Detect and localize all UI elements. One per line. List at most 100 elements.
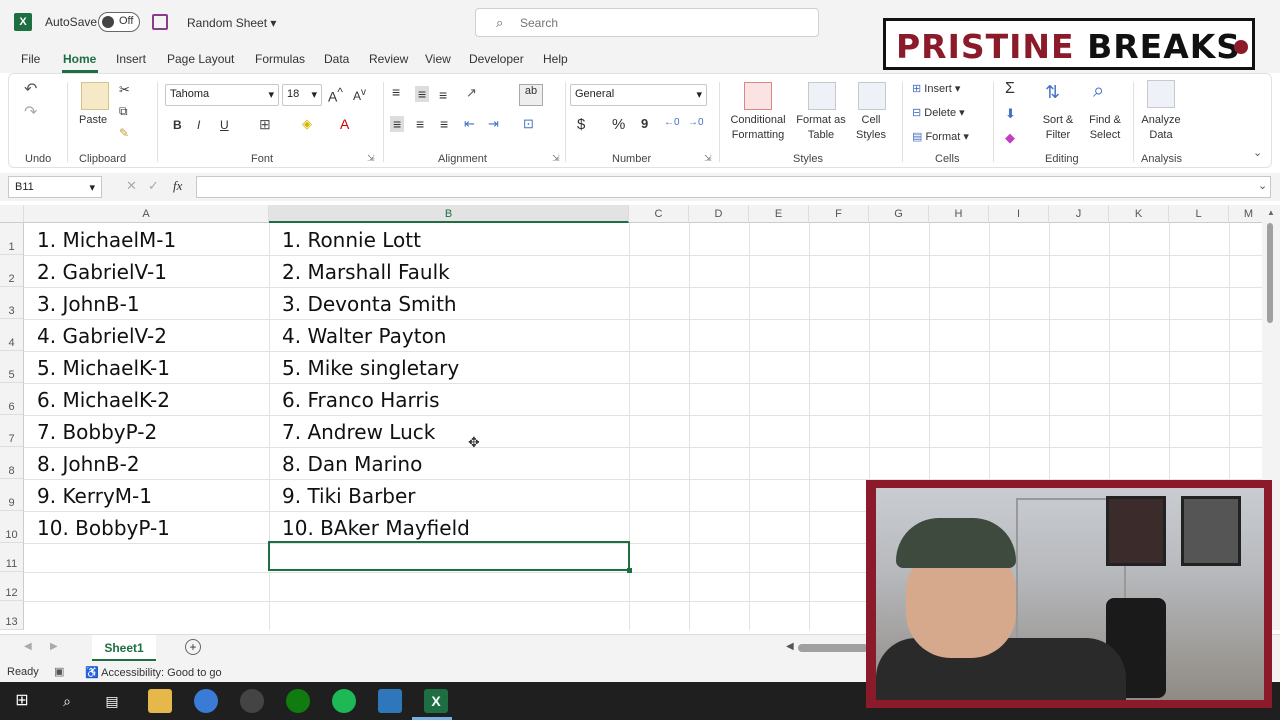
cell-a2[interactable]: 2. GabrielV-1 bbox=[37, 260, 167, 284]
align-bottom-icon[interactable]: ≡ bbox=[439, 87, 447, 103]
row-header-12[interactable]: 12 bbox=[0, 572, 24, 601]
cancel-icon[interactable]: ✕ bbox=[126, 178, 137, 194]
cell-b9[interactable]: 9. Tiki Barber bbox=[282, 484, 416, 508]
format-as-table-icon[interactable] bbox=[808, 82, 836, 110]
cell-styles-button[interactable]: Cell Styles bbox=[851, 113, 891, 143]
file-explorer-icon[interactable] bbox=[148, 689, 172, 713]
row-header-4[interactable]: 4 bbox=[0, 319, 24, 351]
file-name-dropdown[interactable]: Random Sheet ▾ bbox=[187, 16, 276, 30]
decrease-font-icon[interactable]: Av bbox=[353, 87, 366, 103]
row-header-9[interactable]: 9 bbox=[0, 479, 24, 511]
borders-icon[interactable]: ⊞ bbox=[259, 116, 271, 133]
autosum-icon[interactable]: Σ bbox=[1005, 80, 1015, 98]
tab-page-layout[interactable]: Page Layout bbox=[167, 52, 234, 66]
enter-icon[interactable]: ✓ bbox=[148, 178, 159, 194]
taskbar-search-icon[interactable]: ⌕ bbox=[55, 689, 79, 713]
scroll-left-icon[interactable]: ◀ bbox=[786, 641, 794, 652]
cell-b2[interactable]: 2. Marshall Faulk bbox=[282, 260, 450, 284]
number-format-select[interactable]: General ▾ bbox=[570, 84, 707, 106]
excel-taskbar-icon[interactable]: X bbox=[424, 689, 448, 713]
format-cells-button[interactable]: ▤ Format ▾ bbox=[912, 130, 969, 143]
align-top-icon[interactable]: ≡ bbox=[392, 84, 400, 100]
amex-icon[interactable] bbox=[378, 689, 402, 713]
increase-font-icon[interactable]: A^ bbox=[328, 86, 343, 105]
row-header-2[interactable]: 2 bbox=[0, 255, 24, 287]
cell-styles-icon[interactable] bbox=[858, 82, 886, 110]
tab-data[interactable]: Data bbox=[324, 52, 349, 66]
column-header-e[interactable]: E bbox=[749, 205, 809, 223]
insert-cells-button[interactable]: ⊞ Insert ▾ bbox=[912, 82, 960, 95]
conditional-formatting-icon[interactable] bbox=[744, 82, 772, 110]
column-header-l[interactable]: L bbox=[1169, 205, 1229, 223]
insert-function-button[interactable]: fx bbox=[173, 178, 182, 194]
cell-a8[interactable]: 8. JohnB-2 bbox=[37, 452, 140, 476]
horizontal-scroll-thumb[interactable] bbox=[798, 644, 868, 652]
font-color-icon[interactable]: A bbox=[340, 116, 349, 132]
tab-insert[interactable]: Insert bbox=[116, 52, 146, 66]
clear-icon[interactable]: ◆ bbox=[1005, 130, 1015, 146]
ribbon-collapse-icon[interactable]: ⌄ bbox=[1253, 146, 1262, 159]
sort-filter-button[interactable]: Sort & Filter bbox=[1035, 113, 1081, 143]
tab-help[interactable]: Help bbox=[543, 52, 568, 66]
find-select-button[interactable]: Find & Select bbox=[1083, 113, 1127, 143]
row-header-3[interactable]: 3 bbox=[0, 287, 24, 319]
paste-button[interactable]: Paste bbox=[79, 114, 107, 126]
column-header-b[interactable]: B bbox=[269, 205, 629, 223]
column-header-k[interactable]: K bbox=[1109, 205, 1169, 223]
dialog-launcher-icon[interactable]: ⇲ bbox=[367, 153, 375, 164]
percent-button[interactable]: % bbox=[612, 116, 625, 133]
merge-center-icon[interactable]: ⊡ bbox=[523, 116, 534, 132]
align-center-icon[interactable]: ≡ bbox=[416, 116, 424, 132]
decrease-decimal-icon[interactable]: →0 bbox=[688, 117, 704, 128]
italic-button[interactable]: I bbox=[197, 118, 200, 132]
tab-developer[interactable]: Developer bbox=[469, 52, 524, 66]
column-header-a[interactable]: A bbox=[24, 205, 269, 223]
cell-a7[interactable]: 7. BobbyP-2 bbox=[37, 420, 157, 444]
format-painter-icon[interactable]: ✎ bbox=[119, 126, 129, 140]
chrome-icon[interactable] bbox=[194, 689, 218, 713]
undo-icon[interactable]: ↶ bbox=[24, 79, 37, 99]
cell-a10[interactable]: 10. BobbyP-1 bbox=[37, 516, 170, 540]
align-right-icon[interactable]: ≡ bbox=[440, 116, 448, 132]
align-left-icon[interactable]: ≡ bbox=[390, 116, 405, 132]
row-header-13[interactable]: 13 bbox=[0, 601, 24, 630]
spotify-icon[interactable] bbox=[332, 689, 356, 713]
sheet-tab-sheet1[interactable]: Sheet1 bbox=[92, 635, 156, 661]
paste-icon[interactable] bbox=[81, 82, 109, 110]
find-icon[interactable]: ⌕ bbox=[1093, 80, 1104, 103]
tab-file[interactable]: File bbox=[21, 52, 40, 66]
wrap-text-icon[interactable]: ab bbox=[519, 84, 543, 106]
column-header-j[interactable]: J bbox=[1049, 205, 1109, 223]
fill-color-icon[interactable]: ◈ bbox=[302, 116, 312, 132]
tab-home[interactable]: Home bbox=[63, 52, 96, 66]
scroll-up-icon[interactable]: ▲ bbox=[1267, 208, 1275, 217]
prev-sheet-icon[interactable]: ◀ bbox=[24, 641, 32, 652]
active-cell-b11[interactable] bbox=[268, 541, 632, 573]
column-header-c[interactable]: C bbox=[629, 205, 689, 223]
tab-formulas[interactable]: Formulas bbox=[255, 52, 305, 66]
cell-b5[interactable]: 5. Mike singletary bbox=[282, 356, 459, 380]
row-header-1[interactable]: 1 bbox=[0, 223, 24, 255]
format-as-table-button[interactable]: Format as Table bbox=[793, 113, 849, 143]
cell-a3[interactable]: 3. JohnB-1 bbox=[37, 292, 140, 316]
search-box[interactable]: ⌕ bbox=[475, 8, 819, 37]
orientation-icon[interactable]: ↗ bbox=[466, 85, 477, 101]
row-header-8[interactable]: 8 bbox=[0, 447, 24, 479]
cell-b6[interactable]: 6. Franco Harris bbox=[282, 388, 440, 412]
tab-review[interactable]: Review bbox=[369, 52, 408, 66]
analyze-data-button[interactable]: Analyze Data bbox=[1137, 113, 1185, 143]
row-header-5[interactable]: 5 bbox=[0, 351, 24, 383]
column-header-i[interactable]: I bbox=[989, 205, 1049, 223]
currency-button[interactable]: $ bbox=[577, 116, 585, 133]
comma-style-button[interactable]: 9 bbox=[641, 116, 648, 131]
increase-indent-icon[interactable]: ⇥ bbox=[488, 116, 499, 132]
underline-button[interactable]: U bbox=[220, 118, 229, 132]
expand-formula-icon[interactable]: ⌄ bbox=[1258, 179, 1267, 192]
fill-handle[interactable] bbox=[627, 568, 632, 573]
save-icon[interactable] bbox=[152, 14, 168, 30]
increase-decimal-icon[interactable]: ←0 bbox=[664, 117, 680, 128]
row-header-7[interactable]: 7 bbox=[0, 415, 24, 447]
font-name-select[interactable]: Tahoma ▾ bbox=[165, 84, 279, 106]
next-sheet-icon[interactable]: ▶ bbox=[50, 641, 58, 652]
cut-icon[interactable]: ✂ bbox=[119, 82, 130, 98]
